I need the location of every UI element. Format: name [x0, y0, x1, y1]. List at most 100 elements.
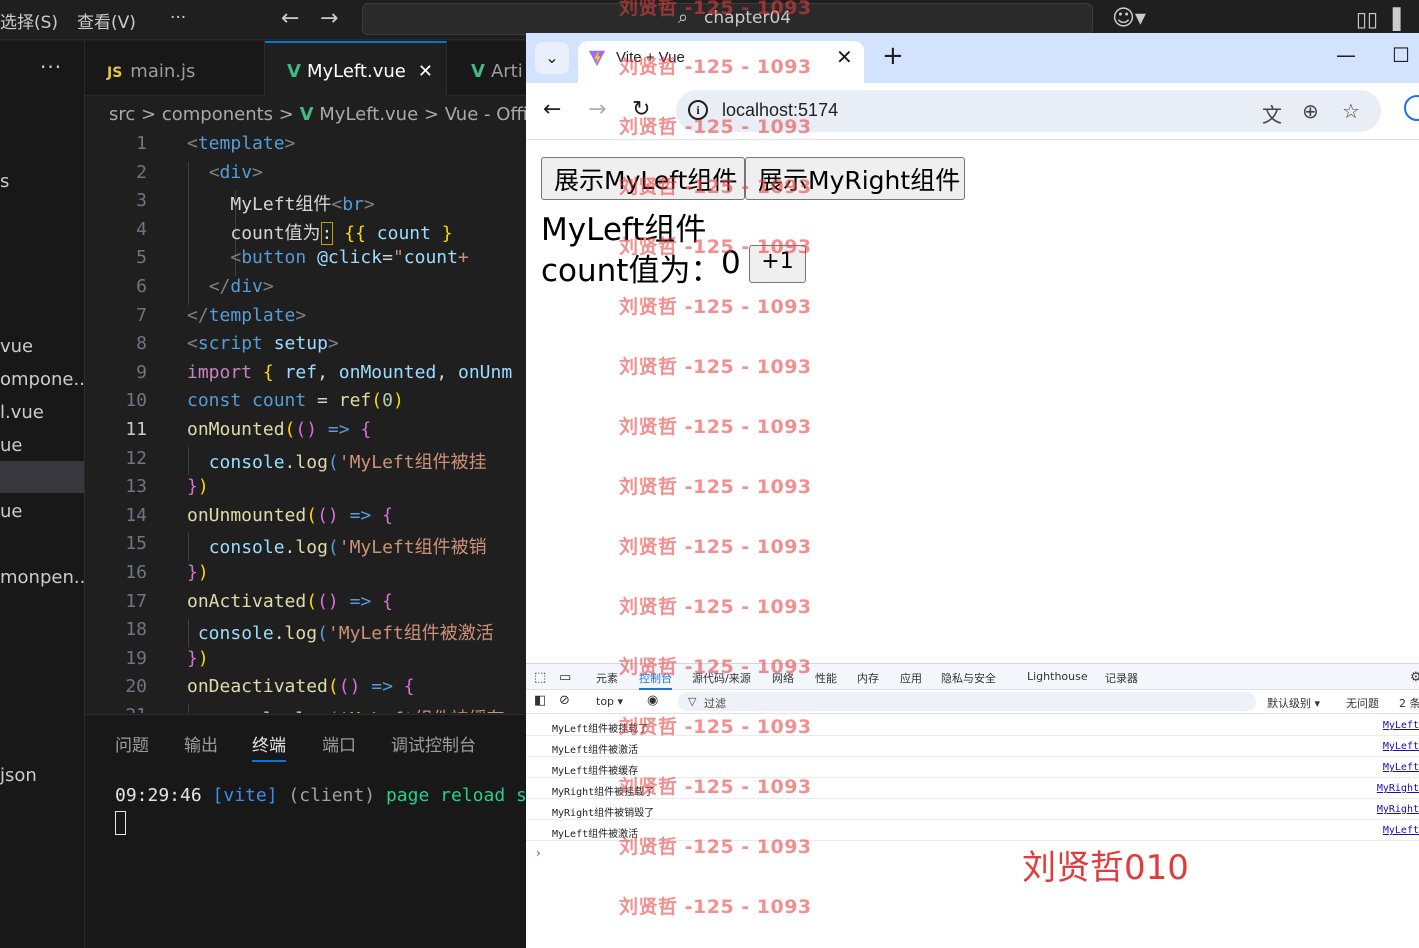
log-source-link[interactable]: MyLeft — [1383, 762, 1419, 773]
breadcrumb-src[interactable]: src — [109, 104, 135, 125]
inspect-element-icon[interactable]: ⬚ — [534, 670, 546, 685]
console-log-row: MyRight组件被销毁了 MyRight — [526, 799, 1419, 820]
device-toolbar-icon[interactable]: ▭ — [559, 670, 571, 685]
message-count: 2 条 — [1399, 697, 1419, 710]
back-icon[interactable]: ← — [543, 97, 561, 122]
explorer-item[interactable]: ue — [0, 435, 22, 456]
layout-panel-icon[interactable]: ▯▯ — [1356, 7, 1378, 31]
devtools-tab-application[interactable]: 应用 — [900, 670, 922, 686]
tab-close-icon[interactable]: ✕ — [418, 61, 433, 82]
console-prompt[interactable]: › — [536, 846, 541, 860]
explorer-more-icon[interactable]: ··· — [40, 55, 62, 79]
js-file-icon: JS — [107, 65, 123, 81]
panel-tab-output[interactable]: 输出 — [184, 731, 218, 756]
url-text: localhost:5174 — [722, 100, 839, 120]
vite-logo-icon — [588, 50, 606, 67]
copilot-icon[interactable]: ☺▾ — [1112, 6, 1146, 31]
show-myright-button[interactable]: 展示MyRight组件 — [745, 157, 965, 200]
explorer-item[interactable]: json — [0, 765, 37, 786]
zoom-icon[interactable]: ⊕ — [1302, 99, 1319, 123]
explorer-item[interactable]: ue — [0, 501, 22, 522]
panel-tab-ports[interactable]: 端口 — [322, 731, 356, 756]
close-tab-icon[interactable]: ✕ — [836, 45, 853, 69]
nav-back-icon[interactable]: ← — [281, 6, 299, 31]
line-number: 12 — [125, 447, 147, 469]
explorer-item[interactable]: vue — [0, 336, 33, 357]
context-selector[interactable]: top ▾ — [596, 695, 623, 708]
devtools-tab-elements[interactable]: 元素 — [596, 670, 618, 686]
settings-gear-icon[interactable]: ⚙ — [1410, 670, 1419, 685]
line-number: 10 — [125, 390, 147, 412]
tab-myleft-vue[interactable]: V MyLeft.vue ✕ — [265, 41, 447, 96]
devtools-tab-console[interactable]: 控制台 — [639, 670, 672, 690]
issues-button[interactable]: 无问题 — [1346, 695, 1379, 711]
vue-file-icon: V — [471, 61, 485, 82]
devtools-tab-network[interactable]: 网络 — [772, 670, 794, 686]
breadcrumb-file[interactable]: MyLeft.vue — [319, 104, 418, 125]
site-info-icon[interactable]: i — [688, 100, 708, 120]
browser-tab-vite[interactable]: Vite + Vue ✕ — [578, 41, 864, 83]
eye-icon[interactable]: ◉ — [647, 693, 658, 708]
clear-console-icon[interactable]: ⊘ — [559, 693, 570, 708]
code-editor[interactable]: 1 <template> 2 <div> 3 MyLeft组件<br> 4 cou… — [85, 133, 526, 713]
devtools-tab-recorder[interactable]: 记录器 — [1105, 670, 1138, 686]
tab-main-js[interactable]: JS main.js — [85, 41, 265, 96]
signature-text: 刘贤哲010 — [1022, 848, 1189, 888]
explorer-item-selected[interactable] — [0, 461, 84, 493]
line-number: 5 — [136, 247, 147, 269]
profile-avatar[interactable] — [1404, 95, 1419, 121]
panel-tab-debug-console[interactable]: 调试控制台 — [391, 731, 476, 756]
line-number: 1 — [136, 133, 147, 154]
devtools-tab-sources[interactable]: 源代码/来源 — [692, 670, 751, 686]
vue-file-icon: V — [299, 104, 314, 125]
menu-more[interactable]: ··· — [170, 8, 186, 28]
forward-icon[interactable]: → — [588, 97, 606, 122]
translate-icon[interactable]: 文 — [1262, 99, 1282, 128]
new-tab-icon[interactable]: + — [882, 41, 904, 71]
line-number: 15 — [125, 533, 147, 555]
explorer-item[interactable]: l.vue — [0, 402, 44, 423]
explorer-item[interactable]: monpen... — [0, 567, 91, 588]
increment-button[interactable]: +1 — [749, 245, 806, 283]
reload-icon[interactable]: ↻ — [632, 97, 650, 122]
address-bar[interactable]: i localhost:5174 文 ⊕ ☆ — [676, 90, 1381, 132]
console-toolbar: ◧ ⊘ top ▾ ◉ ▽ 过滤 默认级别 ▾ 无问题 2 条 — [526, 690, 1419, 714]
panel-tab-terminal[interactable]: 终端 — [252, 731, 286, 762]
console-log-row: MyLeft组件被缓存 MyLeft — [526, 757, 1419, 778]
breadcrumb-components[interactable]: components — [162, 104, 273, 125]
line-number: 3 — [136, 190, 147, 212]
log-level-dropdown[interactable]: 默认级别 ▾ — [1267, 695, 1320, 711]
line-number: 20 — [125, 676, 147, 698]
tab-search-icon[interactable]: ⌄ — [535, 42, 569, 74]
devtools-tabs: ⬚ ▭ 元素 控制台 源代码/来源 网络 性能 内存 应用 隐私与安全 Ligh… — [526, 664, 1419, 690]
bookmark-star-icon[interactable]: ☆ — [1342, 99, 1360, 123]
console-filter-input[interactable]: ▽ 过滤 — [678, 692, 1256, 711]
menu-view[interactable]: 查看(V) — [77, 8, 136, 33]
log-source-link[interactable]: MyLeft — [1383, 825, 1419, 836]
browser-tab-strip: ⌄ Vite + Vue ✕ + — ☐ — [526, 33, 1419, 83]
panel-tab-problems[interactable]: 问题 — [115, 731, 149, 756]
show-myleft-button[interactable]: 展示MyLeft组件 — [541, 157, 745, 200]
log-source-link[interactable]: MyLeft — [1383, 720, 1419, 731]
explorer-item[interactable]: s — [0, 171, 9, 192]
devtools-tab-memory[interactable]: 内存 — [857, 670, 879, 686]
line-number: 6 — [136, 276, 147, 297]
menu-selection[interactable]: 选择(S) — [0, 8, 58, 33]
sidebar-toggle-icon[interactable]: ◧ — [534, 693, 546, 708]
minimize-icon[interactable]: — — [1336, 43, 1356, 67]
maximize-icon[interactable]: ☐ — [1392, 43, 1410, 67]
explorer-item[interactable]: ompone... — [0, 369, 91, 390]
devtools-tab-lighthouse[interactable]: Lighthouse — [1027, 670, 1088, 683]
nav-forward-icon[interactable]: → — [320, 6, 338, 31]
bottom-panel: 问题 输出 终端 端口 调试控制台 09:29:46 [vite] (clien… — [85, 714, 527, 948]
devtools-panel: ⬚ ▭ 元素 控制台 源代码/来源 网络 性能 内存 应用 隐私与安全 Ligh… — [526, 663, 1419, 948]
tab-arti[interactable]: V Arti — [447, 41, 526, 96]
terminal-cursor[interactable] — [115, 811, 126, 835]
devtools-tab-performance[interactable]: 性能 — [815, 670, 837, 686]
log-source-link[interactable]: MyRight — [1377, 783, 1419, 794]
breadcrumb-section[interactable]: Vue - Offic — [445, 104, 526, 125]
devtools-tab-privacy[interactable]: 隐私与安全 — [941, 670, 996, 686]
log-source-link[interactable]: MyRight — [1377, 804, 1419, 815]
layout-sidebar-icon[interactable]: ▌ — [1393, 7, 1408, 31]
log-source-link[interactable]: MyLeft — [1383, 741, 1419, 752]
